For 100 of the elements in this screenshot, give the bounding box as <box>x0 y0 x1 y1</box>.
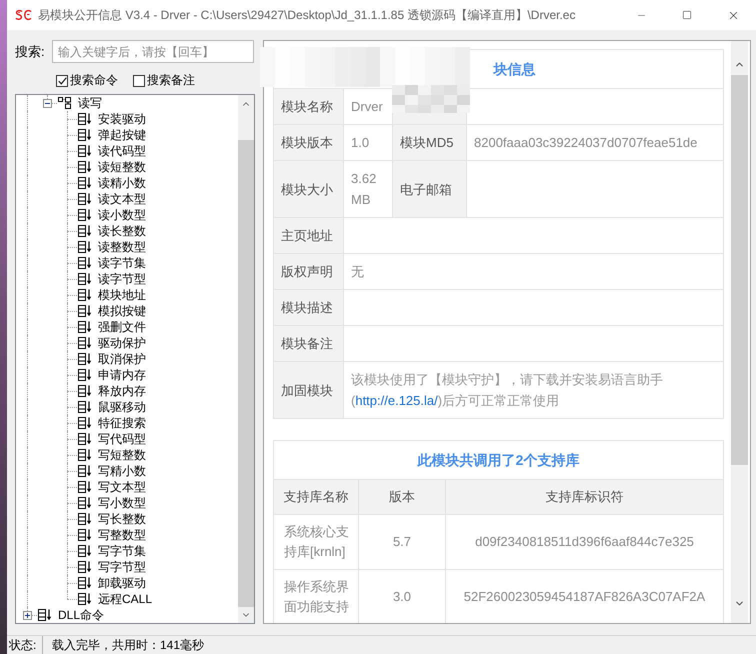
list-down-arrow-icon <box>78 385 92 397</box>
checkmark-icon <box>58 76 66 84</box>
column-header: 支持库名称 <box>274 480 358 514</box>
tree-item[interactable]: 安装驱动 <box>98 111 146 127</box>
download-link[interactable]: http://e.125.la/ <box>355 393 438 408</box>
table-cell: d09f2340818511d396f6aaf844c7e325 <box>446 514 724 570</box>
list-down-arrow-icon <box>78 289 92 301</box>
section-title: 此模块共调用了2个支持库 <box>418 452 580 468</box>
list-down-arrow-icon <box>78 465 92 477</box>
tree-item[interactable]: 强删文件 <box>98 319 146 335</box>
list-down-arrow-icon <box>78 225 92 237</box>
tree-item[interactable]: 特征搜索 <box>98 415 146 431</box>
tree-item[interactable]: 读小数型 <box>98 207 146 223</box>
field-value: 无 <box>344 254 724 290</box>
checkbox[interactable] <box>133 74 145 86</box>
field-label: 模块名称 <box>274 88 344 124</box>
list-down-arrow-icon <box>78 561 92 573</box>
list-down-arrow-icon <box>78 257 92 269</box>
minus-box-icon[interactable] <box>43 98 52 108</box>
field-value: 8200faaa03c39224037d0707feae51de <box>466 124 724 160</box>
tree-item[interactable]: 读整数型 <box>98 239 146 255</box>
tree-item[interactable]: 写小数型 <box>98 495 146 511</box>
table-cell: 5.7 <box>358 514 446 570</box>
scrollbar-thumb[interactable] <box>731 75 748 465</box>
column-header: 版本 <box>358 480 446 514</box>
tree-item[interactable]: 写文本型 <box>98 479 146 495</box>
table-cell: 系统核心支持库[krnln] <box>274 514 358 570</box>
status-label: 状态: <box>8 637 38 654</box>
reinforce-notice: 该模块使用了【模块守护】，请下载并安装易语言助手(http://e.125.la/)后方可正常正常使用 <box>351 371 664 410</box>
list-down-arrow-icon <box>78 113 92 125</box>
tree-item[interactable]: 读字节集 <box>98 255 146 271</box>
tree-item[interactable]: 申请内存 <box>98 367 146 383</box>
list-down-arrow-icon <box>78 209 92 221</box>
tree-item[interactable]: 写整数型 <box>98 527 146 543</box>
section-title: 块信息 <box>494 61 536 77</box>
list-down-arrow-icon <box>78 161 92 173</box>
field-label: 加固模块 <box>274 362 344 418</box>
field-label: 模块备注 <box>274 326 344 362</box>
tree-item[interactable]: DLL命令 <box>58 607 104 623</box>
tree-item[interactable]: 读代码型 <box>98 143 146 159</box>
maximize-icon <box>682 10 692 20</box>
checkbox-label: 搜索命令 <box>70 74 118 87</box>
logo-icon <box>15 9 32 21</box>
list-down-arrow-icon <box>78 353 92 365</box>
list-down-arrow-icon <box>78 593 92 605</box>
tree-item[interactable]: 写代码型 <box>98 431 146 447</box>
list-down-arrow-icon <box>78 481 92 493</box>
tree-item[interactable]: 远程CALL <box>98 591 152 607</box>
field-label: 模块大小 <box>274 160 344 218</box>
list-down-arrow-icon <box>78 513 92 525</box>
field-label: 版权声明 <box>274 254 344 290</box>
field-label: 电子邮箱 <box>392 160 466 218</box>
window-title: 易模块公开信息 V3.4 - Drver - C:\Users\29427\Desktop\Jd_31.1.1.85 透锁源码【编译直用】\Drver.ec <box>38 7 576 24</box>
checkbox[interactable] <box>56 74 68 86</box>
list-down-arrow-icon <box>78 273 92 285</box>
tree-item[interactable]: 写短整数 <box>98 447 146 463</box>
list-down-arrow-icon <box>78 129 92 141</box>
list-down-arrow-icon <box>78 401 92 413</box>
tree-item[interactable]: 取消保护 <box>98 351 146 367</box>
checkbox-label: 搜索备注 <box>147 74 195 87</box>
tree-item[interactable]: 模块地址 <box>98 287 146 303</box>
list-down-arrow-icon <box>78 529 92 541</box>
tree-item[interactable]: 写精小数 <box>98 463 146 479</box>
field-label: 模块版本 <box>274 124 344 160</box>
list-down-arrow-icon <box>78 321 92 333</box>
tree-item[interactable]: 写字节集 <box>98 543 146 559</box>
list-down-arrow-icon <box>78 369 92 381</box>
list-down-arrow-icon <box>78 337 92 349</box>
tree-item[interactable]: 卸载驱动 <box>98 575 146 591</box>
tree-item[interactable]: 写字节型 <box>98 559 146 575</box>
list-down-arrow-icon <box>78 177 92 189</box>
hierarchy-icon <box>58 97 72 109</box>
field-label: 主页地址 <box>274 218 344 254</box>
tree-item[interactable]: 释放内存 <box>98 383 146 399</box>
tree-item[interactable]: 写长整数 <box>98 511 146 527</box>
list-down-arrow-icon <box>78 497 92 509</box>
list-down-arrow-icon <box>78 417 92 429</box>
list-down-arrow-icon <box>78 305 92 317</box>
list-down-arrow-icon <box>78 545 92 557</box>
list-down-arrow-icon <box>78 193 92 205</box>
tree-item[interactable]: 读写 <box>78 95 102 111</box>
tree-item[interactable]: 模拟按键 <box>98 303 146 319</box>
plus-box-icon[interactable] <box>23 610 32 620</box>
scrollbar[interactable] <box>731 41 748 623</box>
search-field[interactable]: 输入关键字后，请按【回车】 <box>52 40 254 63</box>
tree-item[interactable]: 读精小数 <box>98 175 146 191</box>
field-label: 模块MD5 <box>392 124 466 160</box>
list-down-arrow-icon <box>78 241 92 253</box>
list-down-arrow-icon <box>38 609 52 621</box>
list-down-arrow-icon <box>78 577 92 589</box>
tree-item[interactable]: 读字节型 <box>98 271 146 287</box>
tree-item[interactable]: 驱动保护 <box>98 335 146 351</box>
list-down-arrow-icon <box>78 433 92 445</box>
tree-item[interactable]: 鼠驱移动 <box>98 399 146 415</box>
tree-item[interactable]: 读长整数 <box>98 223 146 239</box>
tree-item[interactable]: 读短整数 <box>98 159 146 175</box>
tree-item[interactable]: 读文本型 <box>98 191 146 207</box>
list-down-arrow-icon <box>78 145 92 157</box>
list-down-arrow-icon <box>78 449 92 461</box>
tree-item[interactable]: 弹起按键 <box>98 127 146 143</box>
